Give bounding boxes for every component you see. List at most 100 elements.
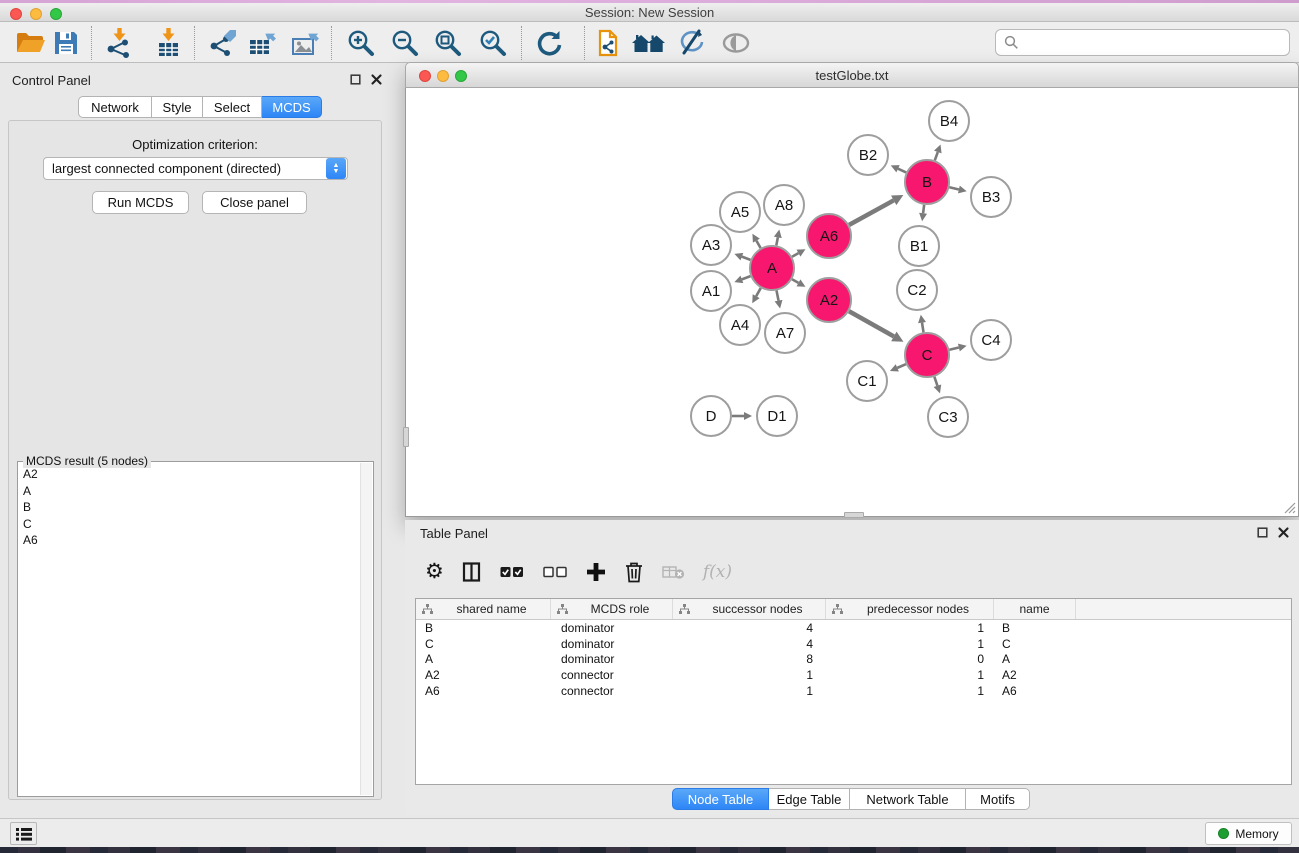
graph-edge[interactable] (935, 152, 938, 160)
network-graph[interactable]: B4B2BB3A5A8A6B1A3AA1C2A2A4A7C4CC1C3DD1 (406, 88, 1298, 515)
zoom-in-button[interactable] (345, 27, 377, 59)
export-table-button[interactable] (246, 27, 278, 59)
column-header-mcds-role[interactable]: MCDS role (551, 599, 673, 619)
table-row[interactable]: A6 connector 1 1 A6 (416, 683, 1291, 699)
home-icon (631, 30, 667, 56)
splitter-handle[interactable] (403, 427, 409, 447)
tab-node-table[interactable]: Node Table (672, 788, 769, 810)
open-session-button[interactable] (14, 27, 46, 59)
edge-arrowhead (958, 186, 967, 194)
network-canvas[interactable]: B4B2BB3A5A8A6B1A3AA1C2A2A4A7C4CC1C3DD1 (405, 88, 1299, 517)
graph-edge[interactable] (949, 187, 958, 189)
node-label: A6 (820, 228, 838, 245)
close-panel-icon[interactable] (371, 74, 382, 85)
zoom-fit-icon (433, 28, 463, 58)
network-window-titlebar[interactable]: testGlobe.txt (405, 62, 1299, 88)
graph-edge[interactable] (776, 237, 778, 245)
function-builder-button[interactable]: f(x) (703, 562, 732, 582)
graph-edge[interactable] (756, 288, 761, 296)
deselect-all-columns-button[interactable] (543, 565, 568, 579)
table-row[interactable]: B dominator 4 1 B (416, 620, 1291, 636)
zoom-selected-button[interactable] (477, 27, 509, 59)
column-header-predecessor-nodes[interactable]: predecessor nodes (826, 599, 994, 619)
table-settings-button[interactable]: ⚙ (425, 562, 444, 582)
delete-column-button[interactable] (624, 561, 644, 583)
criterion-dropdown[interactable]: largest connected component (directed) ▲… (43, 157, 348, 180)
toggle-view-button[interactable] (720, 27, 752, 59)
node-label: A8 (775, 197, 793, 214)
control-panel-tabs: Network Style Select MCDS (78, 96, 322, 118)
column-header-name[interactable]: name (994, 599, 1076, 619)
graph-edge[interactable] (777, 291, 779, 301)
graph-edge[interactable] (897, 364, 906, 368)
close-panel-icon[interactable] (1278, 527, 1289, 538)
mcds-result-list[interactable]: A2 A B C A6 (20, 466, 359, 794)
tab-style[interactable]: Style (152, 96, 203, 118)
import-network-icon (104, 28, 134, 58)
table-row[interactable]: A2 connector 1 1 A2 (416, 667, 1291, 683)
zoom-fit-button[interactable] (432, 27, 464, 59)
graph-edge[interactable] (898, 169, 906, 173)
result-item[interactable]: B (23, 499, 359, 516)
tab-network[interactable]: Network (78, 96, 152, 118)
delete-table-button[interactable] (662, 564, 685, 580)
task-history-button[interactable] (10, 822, 37, 845)
network-view-window: testGlobe.txt B4B2BB3A5A8A6B1A3AA1C2A2A4… (405, 62, 1299, 517)
attribute-tree-icon (832, 604, 843, 614)
attribute-tree-icon (557, 604, 568, 614)
graph-edge[interactable] (792, 253, 798, 257)
import-network-button[interactable] (103, 27, 135, 59)
export-image-button[interactable] (289, 27, 321, 59)
memory-status-button[interactable]: Memory (1205, 822, 1292, 845)
tab-motifs[interactable]: Motifs (966, 788, 1030, 810)
result-scrollbar[interactable] (360, 463, 372, 795)
table-row[interactable]: A dominator 8 0 A (416, 652, 1291, 668)
home-view-button[interactable] (630, 27, 668, 59)
graph-edge[interactable] (949, 348, 958, 350)
float-panel-icon[interactable] (350, 74, 361, 85)
column-layout-button[interactable] (462, 562, 482, 582)
node-label: A3 (702, 237, 720, 254)
tab-mcds[interactable]: MCDS (262, 96, 322, 118)
search-input[interactable] (1025, 33, 1289, 53)
import-table-button[interactable] (152, 27, 184, 59)
select-all-columns-button[interactable] (500, 565, 525, 579)
dropdown-stepper-icon: ▲▼ (326, 158, 346, 179)
column-header-shared-name[interactable]: shared name (416, 599, 551, 619)
table-row[interactable]: C dominator 4 1 C (416, 636, 1291, 652)
export-network-button[interactable] (205, 27, 237, 59)
graph-edge[interactable] (742, 276, 751, 279)
result-item[interactable]: A2 (23, 466, 359, 483)
run-mcds-button[interactable]: Run MCDS (92, 191, 189, 214)
hide-panels-button[interactable] (675, 27, 707, 59)
session-titlebar[interactable]: Session: New Session (0, 3, 1299, 22)
add-column-button[interactable] (586, 562, 606, 582)
search-field[interactable] (995, 29, 1290, 56)
graph-edge[interactable] (792, 279, 798, 283)
result-item[interactable]: A6 (23, 532, 359, 549)
table-panel-tabs: Node Table Edge Table Network Table Moti… (672, 788, 1030, 810)
graph-edge[interactable] (923, 205, 924, 213)
graph-edge[interactable] (849, 311, 894, 336)
tab-select[interactable]: Select (203, 96, 262, 118)
clone-network-button[interactable] (593, 27, 625, 59)
float-panel-icon[interactable] (1257, 527, 1268, 538)
result-item[interactable]: C (23, 516, 359, 533)
graph-edge[interactable] (934, 377, 937, 386)
tab-edge-table[interactable]: Edge Table (769, 788, 850, 810)
mcds-tab-content: Optimization criterion: largest connecte… (8, 120, 382, 800)
graph-edge[interactable] (922, 323, 923, 333)
splitter-handle[interactable] (844, 512, 864, 518)
save-session-button[interactable] (50, 27, 82, 59)
graph-edge[interactable] (756, 241, 760, 248)
graph-edge[interactable] (849, 200, 894, 225)
edge-arrowhead (774, 230, 782, 239)
result-item[interactable]: A (23, 483, 359, 500)
tab-network-table[interactable]: Network Table (850, 788, 966, 810)
refresh-view-button[interactable] (533, 27, 565, 59)
column-header-successor-nodes[interactable]: successor nodes (673, 599, 826, 619)
close-panel-button[interactable]: Close panel (202, 191, 307, 214)
graph-edge[interactable] (742, 257, 751, 260)
resize-grip-icon[interactable] (1282, 500, 1296, 514)
zoom-out-button[interactable] (389, 27, 421, 59)
